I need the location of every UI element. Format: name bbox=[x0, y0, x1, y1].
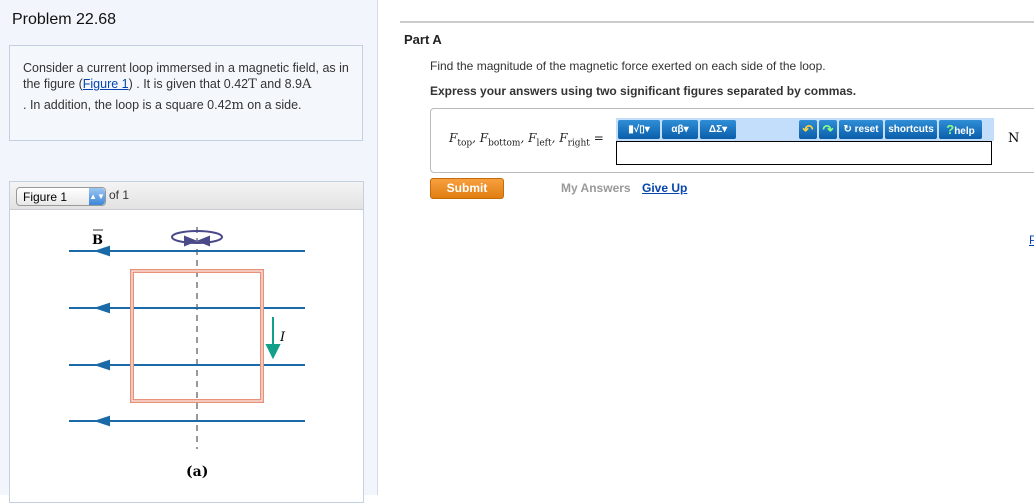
figure-select-value: Figure 1 bbox=[23, 190, 68, 204]
figure-count: of 1 bbox=[109, 188, 130, 202]
b-field-label: B bbox=[92, 233, 103, 248]
templates-button[interactable]: ▮√▯▾ bbox=[618, 120, 660, 139]
figure-panel: Figure 1 ▲▼ of 1 B I (a) bbox=[9, 181, 364, 503]
figure-image: B I (a) bbox=[69, 227, 305, 480]
statement-text: . In addition, the loop is a square 0.42 bbox=[23, 98, 232, 112]
answer-label: Ftop, Fbottom, Fleft, Fright = bbox=[449, 131, 604, 149]
divider bbox=[400, 21, 1034, 23]
current-arrow-icon bbox=[265, 317, 281, 360]
shortcuts-button[interactable]: shortcuts bbox=[885, 120, 937, 139]
field-lines bbox=[69, 245, 305, 427]
math-toolbar: ▮√▯▾ αβ▾ ΔΣ▾ ↶ ↷ ↻ reset shortcuts ?help bbox=[616, 118, 994, 141]
problem-statement: Consider a current loop immersed in a ma… bbox=[9, 45, 363, 141]
part-title: Part A bbox=[404, 32, 442, 47]
symbols-button[interactable]: ΔΣ▾ bbox=[700, 120, 736, 139]
figure-link[interactable]: Figure 1 bbox=[83, 77, 129, 91]
help-icon: ? bbox=[946, 122, 955, 137]
statement-text: ) . It is given that 0.42 bbox=[128, 77, 249, 91]
unit-label: N bbox=[1008, 131, 1020, 146]
unit-meter: m bbox=[231, 98, 244, 113]
greek-button[interactable]: αβ▾ bbox=[662, 120, 698, 139]
undo-icon[interactable]: ↶ bbox=[799, 120, 817, 139]
instruction-text: Express your answers using two significa… bbox=[430, 84, 857, 98]
stepper-arrows-icon: ▲▼ bbox=[89, 188, 105, 205]
feedback-link[interactable]: P bbox=[1029, 233, 1034, 247]
reset-icon: ↻ bbox=[843, 124, 852, 135]
give-up-link[interactable]: Give Up bbox=[642, 181, 687, 195]
submit-button[interactable]: Submit bbox=[430, 178, 504, 199]
statement-text: on a side. bbox=[243, 98, 302, 112]
my-answers-link[interactable]: My Answers bbox=[561, 181, 631, 195]
figure-select[interactable]: Figure 1 ▲▼ bbox=[16, 187, 106, 206]
unit-tesla: T bbox=[248, 77, 257, 92]
redo-icon[interactable]: ↷ bbox=[819, 120, 837, 139]
current-label: I bbox=[279, 330, 286, 345]
problem-panel: Problem 22.68 Consider a current loop im… bbox=[0, 0, 378, 503]
question-text: Find the magnitude of the magnetic force… bbox=[430, 59, 826, 73]
problem-title: Problem 22.68 bbox=[12, 11, 117, 28]
statement-text: and 8.9 bbox=[256, 77, 302, 91]
help-button[interactable]: ?help bbox=[939, 120, 982, 139]
answer-input[interactable] bbox=[616, 141, 992, 165]
answer-box: Ftop, Fbottom, Fleft, Fright = ▮√▯▾ αβ▾ … bbox=[430, 108, 1034, 173]
figure-header: Figure 1 ▲▼ of 1 bbox=[10, 182, 363, 210]
reset-button[interactable]: ↻ reset bbox=[839, 120, 883, 139]
figure-caption: (a) bbox=[186, 464, 208, 480]
unit-ampere: A bbox=[302, 77, 312, 92]
